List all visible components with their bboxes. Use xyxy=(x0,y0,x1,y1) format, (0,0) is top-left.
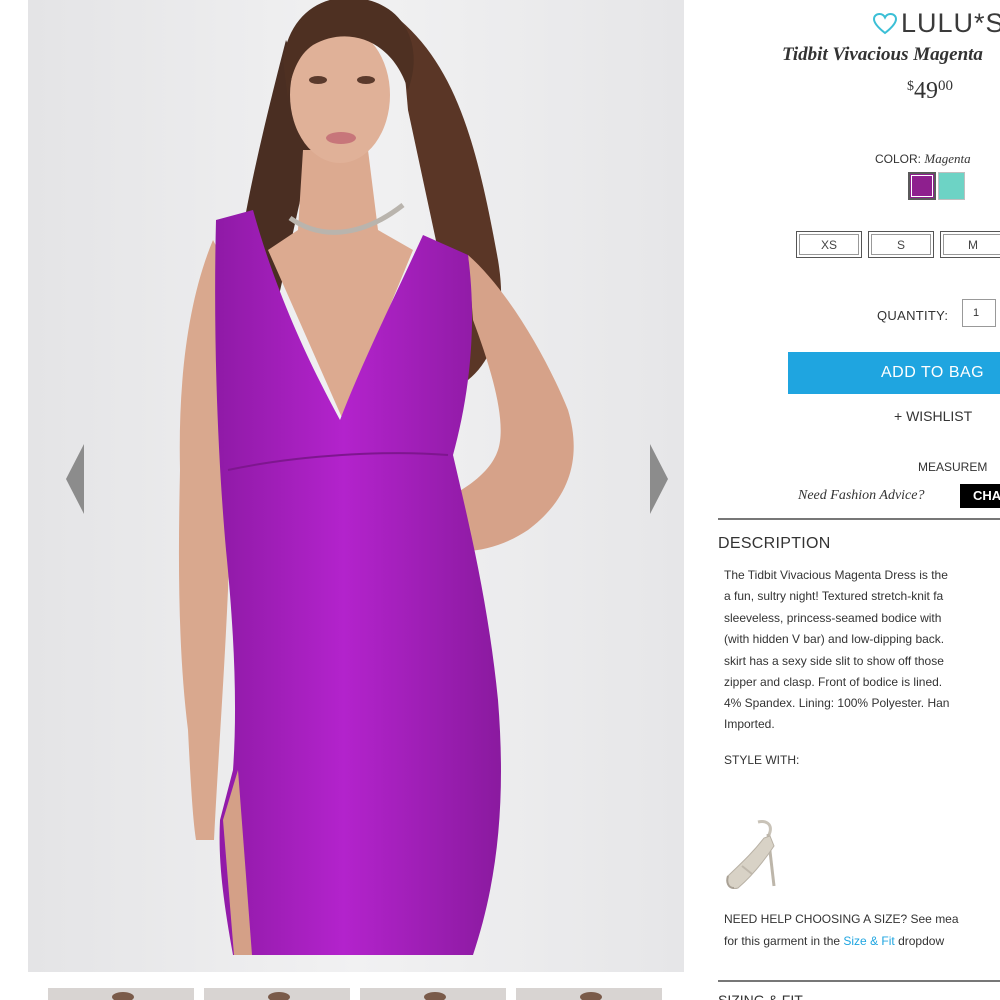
product-image-gallery xyxy=(28,0,684,972)
price-currency: $ xyxy=(907,79,914,94)
thumbnail[interactable] xyxy=(204,988,350,1000)
description-line: zipper and clasp. Front of bodice is lin… xyxy=(724,675,943,689)
description-line: skirt has a sexy side slit to show off t… xyxy=(724,654,944,668)
description-line: Imported. xyxy=(724,717,775,731)
heart-icon xyxy=(872,12,898,34)
product-details-panel: LULU*S Tidbit Vivacious Magenta $4900 CO… xyxy=(690,0,1000,1000)
color-label: COLOR: xyxy=(875,152,922,166)
price-whole: 49 xyxy=(914,78,938,104)
style-with-heading: STYLE WITH: xyxy=(724,753,800,767)
brand-name: LULU*S xyxy=(901,8,1000,38)
color-swatch-mint[interactable] xyxy=(938,172,965,200)
quantity-input[interactable]: 1 xyxy=(962,299,996,327)
size-button-xs[interactable]: XS xyxy=(796,231,862,258)
product-photo xyxy=(28,0,684,972)
price-cents: 00 xyxy=(938,78,953,94)
description-line: 4% Spandex. Lining: 100% Polyester. Han xyxy=(724,696,950,710)
size-button-s[interactable]: S xyxy=(868,231,934,258)
size-button-m[interactable]: M xyxy=(940,231,1000,258)
description-line: a fun, sultry night! Textured stretch-kn… xyxy=(724,589,944,603)
size-help-text-2: for this garment in the Size & Fit dropd… xyxy=(724,934,944,948)
section-divider xyxy=(718,980,1000,982)
sizing-fit-heading[interactable]: SIZING & FIT xyxy=(718,992,803,1000)
size-help-prefix: for this garment in the xyxy=(724,934,844,948)
add-to-bag-button[interactable]: ADD TO BAG xyxy=(788,352,1000,394)
description-line: The Tidbit Vivacious Magenta Dress is th… xyxy=(724,568,948,582)
thumbnail[interactable] xyxy=(516,988,662,1000)
color-swatch-magenta[interactable] xyxy=(908,172,936,200)
chevron-left-icon xyxy=(66,444,84,514)
thumbnail-strip xyxy=(48,988,668,1000)
thumbnail[interactable] xyxy=(360,988,506,1000)
thumbnail[interactable] xyxy=(48,988,194,1000)
description-line: sleeveless, princess-seamed bodice with xyxy=(724,611,942,625)
measurements-link[interactable]: MEASUREM xyxy=(918,460,987,474)
next-image-button[interactable] xyxy=(648,444,670,514)
previous-image-button[interactable] xyxy=(64,444,86,514)
quantity-label: QUANTITY: xyxy=(877,308,949,323)
product-price: $4900 xyxy=(907,78,953,105)
selected-color-value: Magenta xyxy=(924,151,971,166)
size-help-suffix: dropdow xyxy=(894,934,945,948)
description-line: (with hidden V bar) and low-dipping back… xyxy=(724,632,945,646)
product-title: Tidbit Vivacious Magenta xyxy=(782,44,983,65)
chat-button[interactable]: CHA xyxy=(960,484,1000,508)
sandal-product-image[interactable] xyxy=(724,816,804,898)
size-fit-link[interactable]: Size & Fit xyxy=(843,934,894,948)
chevron-right-icon xyxy=(650,444,668,514)
size-help-text: NEED HELP CHOOSING A SIZE? See mea xyxy=(724,912,959,926)
fashion-advice-text: Need Fashion Advice? xyxy=(798,488,925,503)
brand-logo[interactable]: LULU*S xyxy=(872,8,1000,39)
section-divider xyxy=(718,518,1000,520)
add-to-wishlist-link[interactable]: + WISHLIST xyxy=(894,408,972,424)
description-heading: DESCRIPTION xyxy=(718,535,831,552)
color-selector-label: COLOR: Magenta xyxy=(875,151,971,167)
